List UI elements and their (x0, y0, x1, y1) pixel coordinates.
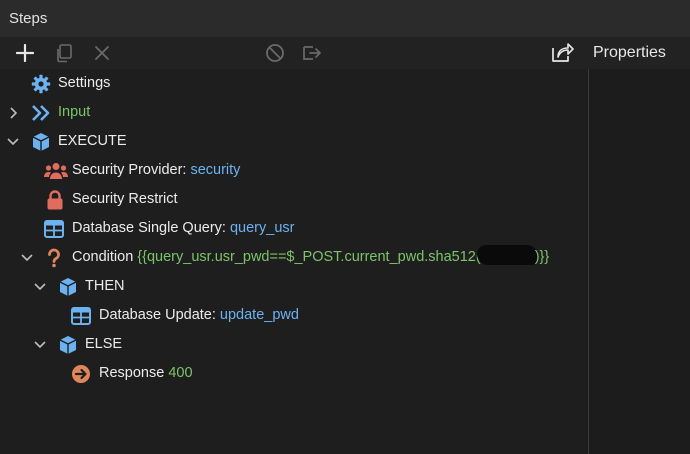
condition-expression-end: )}} (534, 249, 550, 265)
step-label-text: Response (99, 365, 169, 381)
step-label: Input (58, 104, 91, 120)
ban-icon[interactable] (263, 41, 287, 65)
table-icon (71, 306, 91, 326)
step-database-single-query[interactable]: Database Single Query: query_usr (0, 214, 588, 243)
step-value: update_pwd (219, 307, 299, 323)
steps-panel-header: Steps (0, 0, 690, 38)
step-database-update[interactable]: Database Update: update_pwd (0, 301, 588, 330)
cube-icon (58, 277, 78, 297)
step-security-provider[interactable]: Security Provider: security (0, 156, 588, 185)
move-out-icon[interactable] (301, 41, 325, 65)
steps-toolbar: Properties (0, 37, 690, 70)
properties-title[interactable]: Properties (593, 44, 666, 62)
panel-title: Steps (9, 10, 48, 27)
gear-icon (31, 74, 51, 94)
step-value: security (190, 162, 241, 178)
users-icon (44, 161, 68, 181)
chevron-right-icon[interactable] (6, 98, 20, 127)
step-label: Security Provider: security (72, 156, 240, 185)
cube-icon (58, 335, 78, 355)
condition-expression-start: {{query_usr.usr_pwd==$_POST.current_pwd.… (137, 249, 481, 265)
step-else[interactable]: ELSE (0, 330, 588, 359)
share-icon[interactable] (549, 41, 575, 65)
chevron-down-icon[interactable] (33, 272, 47, 301)
chevron-down-icon[interactable] (20, 243, 34, 272)
steps-tree: Settings Input EXECUTE Security Provider… (0, 69, 588, 454)
step-label: Condition {{query_usr.usr_pwd==$_POST.cu… (72, 243, 549, 272)
step-response[interactable]: Response 400 (0, 359, 588, 388)
step-label: Database Single Query: query_usr (72, 214, 294, 243)
arrow-right-circle-icon (71, 364, 91, 384)
table-icon (44, 219, 64, 239)
cube-icon (31, 132, 51, 152)
step-label: Security Restrict (72, 191, 178, 207)
copy-icon[interactable] (52, 41, 76, 65)
plus-icon[interactable] (13, 41, 37, 65)
step-label: Settings (58, 75, 111, 91)
x-icon[interactable] (90, 41, 114, 65)
chevron-down-icon[interactable] (6, 127, 20, 156)
lock-icon (45, 190, 65, 210)
question-icon (44, 248, 64, 268)
chevron-down-icon[interactable] (33, 330, 47, 359)
step-execute[interactable]: EXECUTE (0, 127, 588, 156)
step-label: ELSE (85, 336, 123, 352)
step-label-text: Database Update: (99, 307, 220, 323)
step-condition[interactable]: Condition {{query_usr.usr_pwd==$_POST.cu… (0, 243, 588, 272)
step-label-text: Security Provider: (72, 162, 191, 178)
step-then[interactable]: THEN (0, 272, 588, 301)
step-label-text: Database Single Query: (72, 220, 230, 236)
step-value: 400 (168, 365, 193, 381)
step-label: THEN (85, 278, 125, 294)
step-value: query_usr (229, 220, 295, 236)
step-security-restrict[interactable]: Security Restrict (0, 185, 588, 214)
step-settings[interactable]: Settings (0, 69, 588, 98)
double-chevron-icon (31, 103, 51, 123)
step-label: Response 400 (99, 359, 193, 388)
step-label: Database Update: update_pwd (99, 301, 299, 330)
step-label: EXECUTE (58, 133, 127, 149)
redaction-blot (476, 245, 539, 265)
step-input[interactable]: Input (0, 98, 588, 127)
step-label-text: Condition (72, 249, 138, 265)
properties-pane (589, 69, 690, 454)
